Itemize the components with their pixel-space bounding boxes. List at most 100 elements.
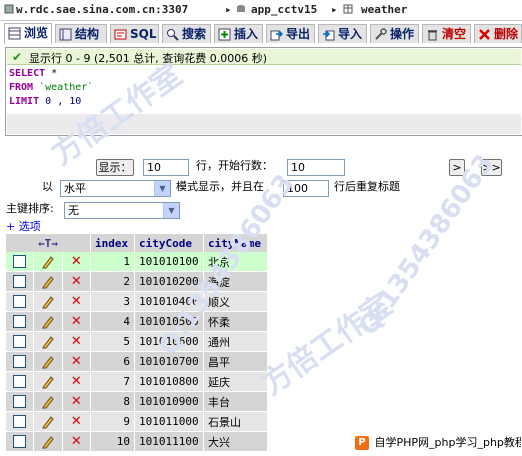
pencil-icon[interactable] [41,295,55,309]
tab-export[interactable]: 导出 [266,24,315,43]
drop-icon [479,29,490,40]
display-mode-value: 水平 [64,182,86,195]
row-checkbox[interactable] [13,395,27,409]
table-row[interactable]: ✕ 9 101011000 石景山 [6,411,268,432]
watermark-text: 方倍工作室 [255,287,399,403]
server-icon [4,4,14,14]
row-checkbox[interactable] [13,335,27,349]
tab-operations[interactable]: 操作 [370,24,419,43]
breadcrumb-server[interactable]: w.rdc.sae.sina.com.cn:3307 [16,3,188,16]
table-row[interactable]: ✕ 4 101010500 怀柔 [6,311,268,332]
row-checkbox-cell [6,252,35,272]
table-row[interactable]: ✕ 3 101010400 顺义 [6,291,268,312]
row-edit-cell [33,291,63,312]
pencil-icon[interactable] [41,355,55,369]
database-icon [237,5,245,12]
row-checkbox[interactable] [13,375,27,389]
row-checkbox[interactable] [13,415,27,429]
cell-cityname: 通州 [203,331,268,352]
table-row[interactable]: ✕ 1 101010100 北京 [6,252,268,272]
delete-icon[interactable]: ✕ [71,414,82,429]
delete-icon[interactable]: ✕ [71,394,82,409]
tab-label: 插入 [234,27,259,41]
row-checkbox[interactable] [13,355,27,369]
tab-label: 清空 [442,27,467,41]
row-checkbox-cell [6,271,35,292]
pencil-icon[interactable] [41,315,55,329]
options-link[interactable]: + 选项 [6,218,41,235]
sql-star: * [51,68,58,79]
pencil-icon[interactable] [41,335,55,349]
table-row[interactable]: ✕ 7 101010800 延庆 [6,371,268,392]
table-row[interactable]: ✕ 5 101010600 通州 [6,331,268,352]
row-checkbox[interactable] [13,255,27,269]
delete-icon[interactable]: ✕ [71,314,82,329]
browse-icon [8,27,21,40]
pencil-icon[interactable] [41,255,55,269]
sql-keyword: FROM [9,82,34,93]
delete-icon[interactable]: ✕ [71,254,82,269]
pencil-icon[interactable] [41,435,55,449]
tab-drop[interactable]: 删除 [474,24,522,43]
row-edit-cell [33,331,63,352]
row-checkbox-cell [6,331,35,352]
last-page-button[interactable]: >> [481,159,502,176]
delete-icon[interactable]: ✕ [71,334,82,349]
tab-label: 浏览 [24,26,49,40]
query-result-box: ✔ 显示行 0 - 9 (2,501 总计, 查询花费 0.0006 秒) SE… [5,47,522,136]
chevron-down-icon: ▼ [163,203,179,218]
column-header-citycode[interactable]: cityCode [134,234,204,252]
repeat-header-input[interactable]: 100 [283,180,329,197]
table-row[interactable]: ✕ 2 101010200 海淀 [6,271,268,292]
row-edit-cell [33,252,63,272]
sort-select[interactable]: 无 ▼ [64,202,180,219]
row-edit-cell [33,431,63,452]
cell-cityname: 昌平 [203,351,268,372]
row-checkbox[interactable] [13,315,27,329]
column-resize-arrows[interactable]: ←T→ [6,234,91,252]
delete-icon[interactable]: ✕ [71,434,82,449]
row-delete-cell: ✕ [62,411,92,432]
table-row[interactable]: ✕ 10 101011100 大兴 [6,431,268,452]
display-mode-select[interactable]: 水平 ▼ [60,180,171,197]
tab-empty[interactable]: 清空 [422,24,471,43]
row-checkbox-cell [6,351,35,372]
row-edit-cell [33,371,63,392]
pencil-icon[interactable] [41,395,55,409]
delete-icon[interactable]: ✕ [71,354,82,369]
column-header-cityname[interactable]: cityName [203,234,268,252]
pencil-icon[interactable] [41,375,55,389]
rows-count-input[interactable]: 10 [143,159,189,176]
show-button[interactable]: 显示： [96,159,134,176]
tab-label: 结构 [75,27,100,41]
row-delete-cell: ✕ [62,391,92,412]
site-badge-text: 自学PHP网_php学习_php教程 [374,436,522,449]
row-checkbox[interactable] [13,295,27,309]
breadcrumb-table[interactable]: weather [361,3,407,16]
delete-icon[interactable]: ✕ [71,294,82,309]
tab-browse[interactable]: 浏览 [4,23,52,44]
next-page-button[interactable]: > [449,159,465,176]
success-message: 显示行 0 - 9 (2,501 总计, 查询花费 0.0006 秒) [29,52,267,65]
tab-search[interactable]: 搜索 [162,24,211,43]
start-row-input[interactable]: 10 [287,159,345,176]
tab-insert[interactable]: 插入 [214,24,263,43]
table-row[interactable]: ✕ 6 101010700 昌平 [6,351,268,372]
delete-icon[interactable]: ✕ [71,374,82,389]
table-row[interactable]: ✕ 8 101010900 丰台 [6,391,268,412]
row-checkbox-cell [6,411,35,432]
tab-import[interactable]: 导入 [318,24,367,43]
tab-structure[interactable]: 结构 [55,24,107,43]
repeat-header-label: 行后重复标题 [334,180,400,193]
breadcrumb-database[interactable]: app_cctv15 [251,3,317,16]
pencil-icon[interactable] [41,275,55,289]
cell-index: 3 [90,291,135,312]
column-header-index[interactable]: index [90,234,135,252]
tab-sql[interactable]: SQL [110,24,159,43]
row-checkbox[interactable] [13,275,27,289]
row-checkbox[interactable] [13,435,27,449]
sql-keyword: LIMIT [9,96,40,107]
cell-cityname: 石景山 [203,411,268,432]
pencil-icon[interactable] [41,415,55,429]
delete-icon[interactable]: ✕ [71,274,82,289]
